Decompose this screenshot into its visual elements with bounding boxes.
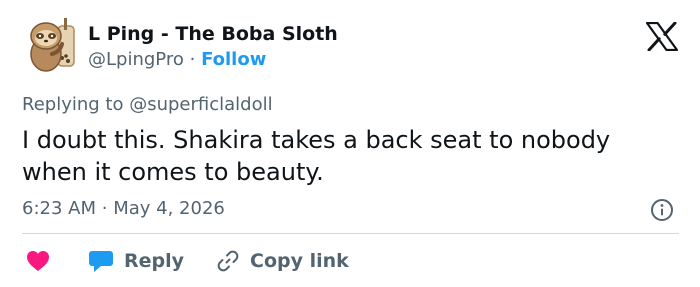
copy-link-button[interactable]: Copy link [216, 249, 349, 273]
timestamp[interactable]: 6:23 AM · May 4, 2026 [22, 197, 225, 221]
reply-bubble-icon [89, 251, 113, 272]
reply-label: Reply [124, 250, 185, 272]
author-name[interactable]: L Ping - The Boba Sloth [88, 22, 338, 46]
divider [22, 233, 679, 234]
heart-icon [27, 251, 49, 271]
author-handle-line: @LpingPro · Follow [88, 48, 266, 72]
replying-to-handle[interactable]: @superficlaldoll [129, 94, 272, 115]
replying-to-line: Replying to @superficlaldoll [22, 93, 273, 117]
handle-separator: · [189, 49, 196, 70]
avatar[interactable] [22, 14, 84, 76]
like-button[interactable] [26, 250, 50, 272]
reply-button[interactable]: Reply [88, 249, 184, 273]
info-icon[interactable] [650, 198, 674, 222]
timestamp-separator: · [101, 198, 108, 219]
tweet-text: I doubt this. Shakira takes a back seat … [22, 126, 611, 186]
link-icon [217, 250, 239, 272]
action-bar: Reply Copy link [22, 247, 349, 275]
tweet-time: 6:23 AM [22, 198, 96, 219]
x-logo-icon[interactable] [645, 21, 679, 52]
copy-link-label: Copy link [250, 250, 349, 272]
follow-button[interactable]: Follow [201, 49, 266, 70]
author-handle[interactable]: @LpingPro [88, 49, 184, 70]
replying-to-prefix: Replying to [22, 94, 124, 115]
tweet-date: May 4, 2026 [113, 198, 225, 219]
tweet-card: L Ping - The Boba Sloth @LpingPro · Foll… [0, 0, 700, 287]
